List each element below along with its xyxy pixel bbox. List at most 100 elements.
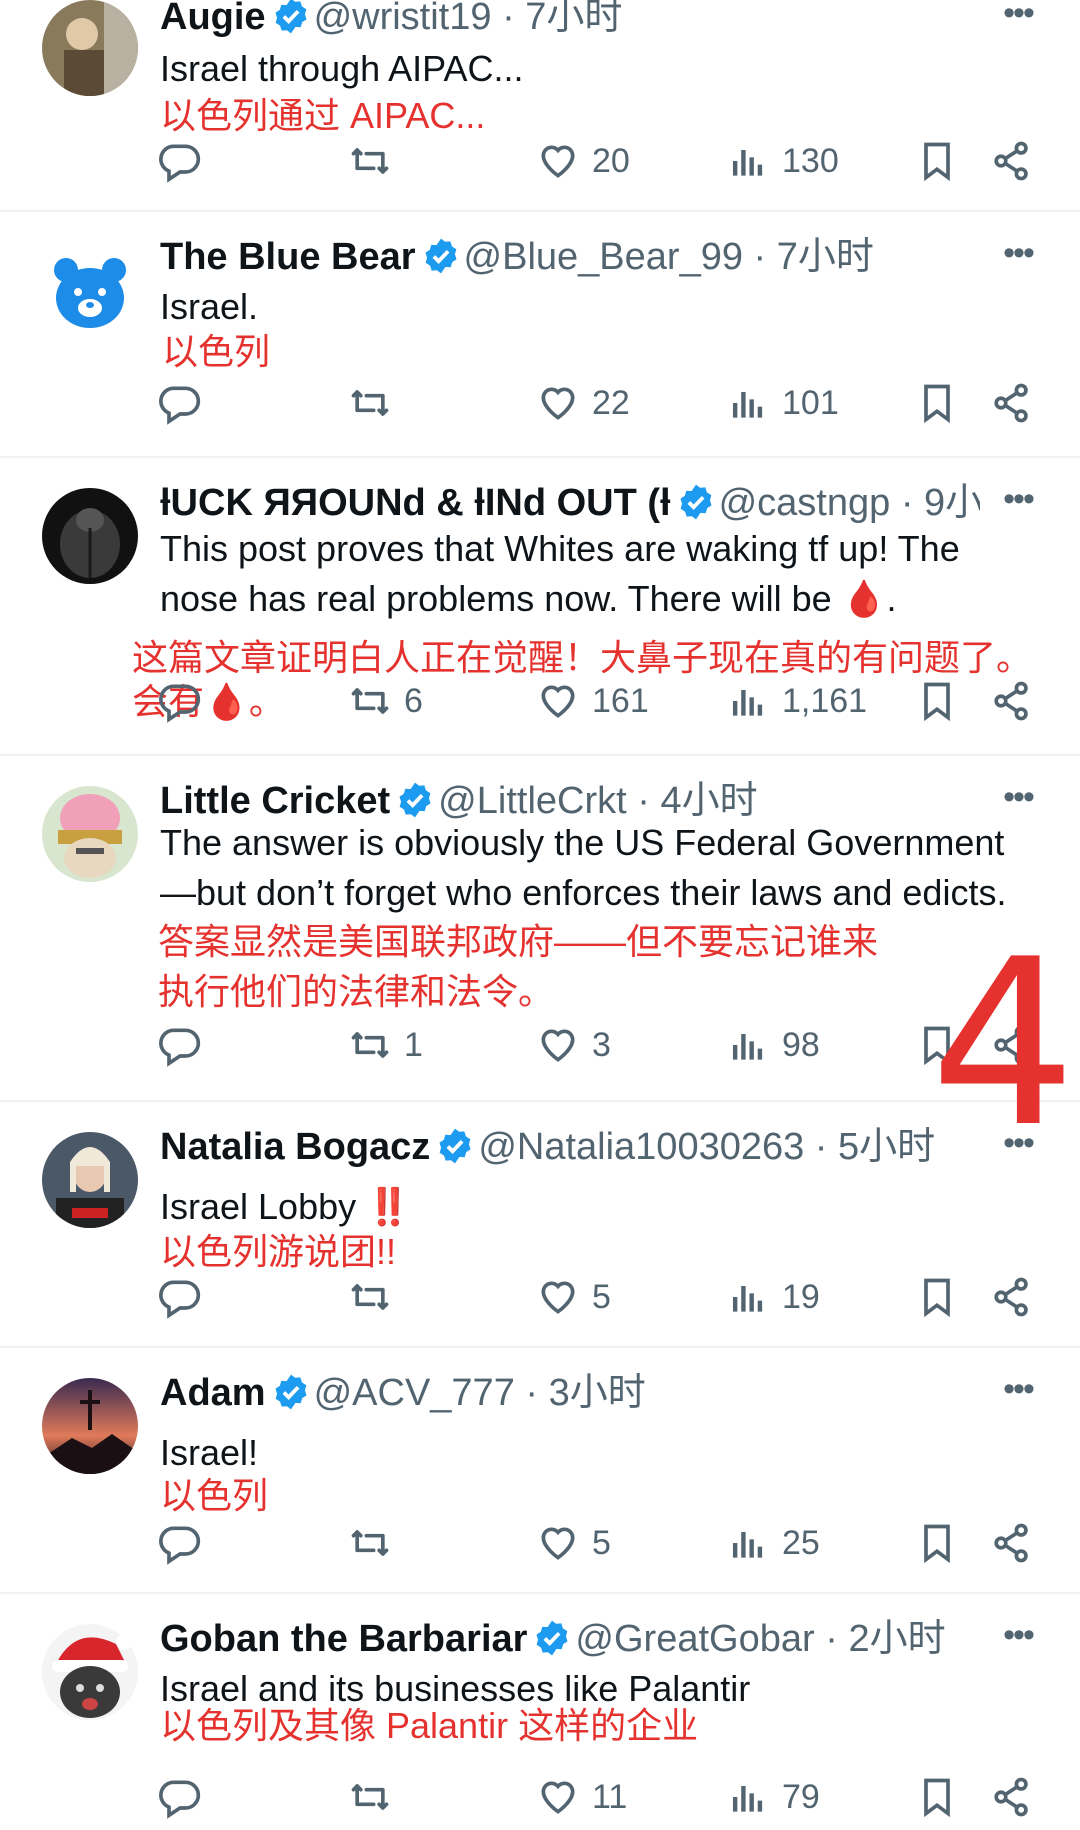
retweet-button[interactable] [348, 378, 404, 428]
avatar-image [42, 488, 138, 584]
avatar[interactable] [42, 244, 138, 340]
share-button[interactable] [990, 1518, 1046, 1568]
tweet[interactable]: Natalia Bogacz @Natalia10030263 · 5小时 •••… [0, 1102, 1080, 1348]
timestamp[interactable]: 7小时 [525, 0, 622, 38]
reply-button[interactable] [158, 1020, 214, 1070]
avatar[interactable] [42, 786, 138, 882]
bookmark-button[interactable] [915, 136, 971, 186]
display-name[interactable]: Augie [160, 0, 266, 38]
tweet[interactable]: Little Cricket @LittleCrkt · 4小时 ••• The … [0, 756, 1080, 1102]
handle[interactable]: @Blue_Bear_99 [464, 236, 743, 278]
handle[interactable]: @wristit19 [314, 0, 492, 38]
timestamp[interactable]: 7小时 [777, 236, 874, 278]
retweet-button[interactable]: 6 [348, 676, 423, 726]
timestamp[interactable]: 2小时 [848, 1618, 945, 1660]
heart-icon [541, 1781, 575, 1814]
translation-annotation-line2: 执行他们的法律和法令。 [158, 971, 555, 1012]
retweet-button[interactable] [348, 1272, 404, 1322]
translation-annotation: 这篇文章证明白人正在觉醒！大鼻子现在真的有问题了。 [132, 637, 1033, 678]
like-button[interactable]: 5 [536, 1518, 611, 1568]
views-button[interactable]: 101 [726, 378, 839, 428]
bookmark-button[interactable] [915, 1272, 971, 1322]
timestamp[interactable]: 3小时 [549, 1372, 646, 1414]
retweet-icon [351, 688, 389, 714]
reply-button[interactable] [158, 378, 214, 428]
avatar[interactable] [42, 1132, 138, 1228]
display-name[interactable]: The Blue Bear [160, 236, 416, 278]
views-button[interactable]: 79 [726, 1772, 820, 1822]
avatar[interactable] [42, 0, 138, 96]
views-button[interactable]: 98 [726, 1020, 820, 1070]
more-options-icon[interactable]: ••• [996, 0, 1040, 42]
like-count: 3 [592, 1025, 611, 1064]
reply-button[interactable] [158, 1772, 214, 1822]
translation-annotation: 答案显然是美国联邦政府——但不要忘记谁来 [158, 921, 879, 962]
display-name[interactable]: Goban the Barbariar [160, 1618, 527, 1660]
handle[interactable]: @castngp [719, 482, 891, 524]
reply-button[interactable] [158, 136, 214, 186]
share-button[interactable] [990, 136, 1046, 186]
display-name[interactable]: Little Cricket [160, 780, 390, 822]
share-button[interactable] [990, 1772, 1046, 1822]
handle[interactable]: @LittleCrkt [438, 780, 627, 822]
views-button[interactable]: 130 [726, 136, 839, 186]
retweet-icon [351, 148, 389, 174]
tweet[interactable]: ƚUCK ЯЯOUNd & ƚINd OUT (ƚ@castngp · 9小时 … [0, 458, 1080, 756]
handle[interactable]: @GreatGobar [575, 1618, 814, 1660]
bookmark-button[interactable] [915, 1772, 971, 1822]
bookmark-icon [924, 1278, 950, 1318]
share-button[interactable] [990, 378, 1046, 428]
timestamp[interactable]: 4小时 [660, 780, 757, 822]
timestamp[interactable]: 9小时 [924, 482, 980, 524]
like-button[interactable]: 161 [536, 676, 649, 726]
retweet-button[interactable]: 1 [348, 1020, 423, 1070]
avatar[interactable] [42, 488, 138, 584]
tweet[interactable]: Adam @ACV_777 · 3小时 ••• Israel! 以色列 5 25 [0, 1348, 1080, 1594]
like-button[interactable]: 5 [536, 1272, 611, 1322]
timestamp[interactable]: 5小时 [838, 1126, 935, 1168]
bookmark-button[interactable] [915, 676, 971, 726]
retweet-button[interactable] [348, 136, 404, 186]
avatar-image [42, 1378, 138, 1474]
avatar[interactable] [42, 1378, 138, 1474]
bookmark-button[interactable] [915, 1518, 971, 1568]
views-chart-icon [732, 150, 763, 176]
more-options-icon[interactable]: ••• [996, 1372, 1040, 1418]
views-button[interactable]: 1,161 [726, 676, 867, 726]
tweet[interactable]: The Blue Bear @Blue_Bear_99 · 7小时 ••• Isr… [0, 212, 1080, 458]
avatar[interactable] [42, 1624, 138, 1720]
retweet-button[interactable] [348, 1772, 404, 1822]
tweet[interactable]: Goban the Barbariar @GreatGobar · 2小时 •••… [0, 1594, 1080, 1830]
views-button[interactable]: 19 [726, 1272, 820, 1322]
display-name[interactable]: Natalia Bogacz [160, 1126, 430, 1168]
bookmark-button[interactable] [915, 378, 971, 428]
like-button[interactable]: 11 [536, 1772, 627, 1822]
verified-badge-icon [439, 1128, 471, 1164]
share-icon [994, 1277, 1028, 1317]
tweet-actions: 5 19 [0, 1272, 1080, 1322]
like-button[interactable]: 22 [536, 378, 630, 428]
handle[interactable]: @ACV_777 [314, 1372, 515, 1414]
more-options-icon[interactable]: ••• [996, 482, 1040, 528]
retweet-button[interactable] [348, 1518, 404, 1568]
display-name[interactable]: Adam [160, 1372, 266, 1414]
more-options-icon[interactable]: ••• [996, 1618, 1040, 1664]
display-name[interactable]: ƚUCK ЯЯOUNd & ƚINd OUT (ƚ [160, 482, 671, 524]
handle[interactable]: @Natalia10030263 [478, 1126, 804, 1168]
like-button[interactable]: 3 [536, 1020, 611, 1070]
like-button[interactable]: 20 [536, 136, 630, 186]
reply-icon [159, 144, 201, 183]
tweet-text: Israel! [160, 1432, 259, 1473]
reply-button[interactable] [158, 676, 214, 726]
tweet-header: Goban the Barbariar @GreatGobar · 2小时 [160, 1616, 980, 1662]
reply-button[interactable] [158, 1518, 214, 1568]
views-count: 101 [782, 383, 839, 422]
tweet-header: Augie @wristit19 · 7小时 [160, 0, 980, 40]
share-button[interactable] [990, 676, 1046, 726]
more-options-icon[interactable]: ••• [996, 236, 1040, 282]
reply-button[interactable] [158, 1272, 214, 1322]
views-button[interactable]: 25 [726, 1518, 820, 1568]
views-chart-icon [732, 690, 763, 716]
share-button[interactable] [990, 1272, 1046, 1322]
tweet[interactable]: Augie @wristit19 · 7小时 ••• Israel through… [0, 0, 1080, 212]
